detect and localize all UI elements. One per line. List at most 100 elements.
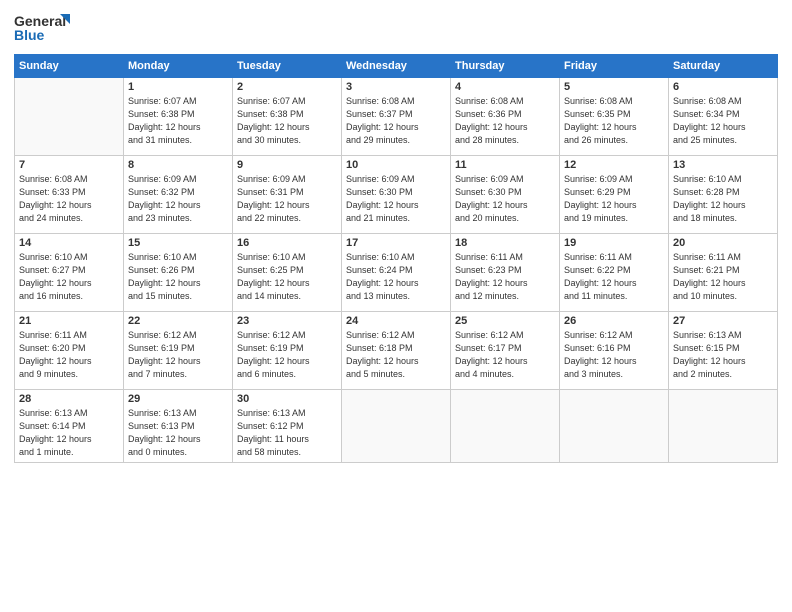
calendar-cell: 12 Sunrise: 6:09 AM Sunset: 6:29 PM Dayli… (560, 156, 669, 234)
calendar-cell: 11 Sunrise: 6:09 AM Sunset: 6:30 PM Dayli… (451, 156, 560, 234)
day-info: Sunrise: 6:11 AM Sunset: 6:20 PM Dayligh… (19, 329, 119, 381)
calendar-week-row: 21 Sunrise: 6:11 AM Sunset: 6:20 PM Dayli… (15, 312, 778, 390)
weekday-header: Sunday (15, 55, 124, 78)
day-number: 29 (128, 393, 228, 405)
calendar-cell: 15 Sunrise: 6:10 AM Sunset: 6:26 PM Dayli… (124, 234, 233, 312)
day-info: Sunrise: 6:08 AM Sunset: 6:37 PM Dayligh… (346, 95, 446, 147)
day-number: 10 (346, 159, 446, 171)
calendar-cell: 17Sunrise: 6:10 AM Sunset: 6:24 PM Dayli… (342, 234, 451, 312)
calendar-cell: 23 Sunrise: 6:12 AM Sunset: 6:19 PM Dayli… (233, 312, 342, 390)
calendar-cell: 10 Sunrise: 6:09 AM Sunset: 6:30 PM Dayli… (342, 156, 451, 234)
day-info: Sunrise: 6:10 AM Sunset: 6:25 PM Dayligh… (237, 251, 337, 303)
calendar-cell: 27 Sunrise: 6:13 AM Sunset: 6:15 PM Dayli… (669, 312, 778, 390)
calendar-cell: 3Sunrise: 6:08 AM Sunset: 6:37 PM Daylig… (342, 78, 451, 156)
day-info: Sunrise: 6:09 AM Sunset: 6:32 PM Dayligh… (128, 173, 228, 225)
day-number: 26 (564, 315, 664, 327)
day-info: Sunrise: 6:09 AM Sunset: 6:30 PM Dayligh… (455, 173, 555, 225)
weekday-header: Wednesday (342, 55, 451, 78)
day-info: Sunrise: 6:13 AM Sunset: 6:13 PM Dayligh… (128, 407, 228, 459)
calendar-cell: 5 Sunrise: 6:08 AM Sunset: 6:35 PM Daylig… (560, 78, 669, 156)
day-info: Sunrise: 6:10 AM Sunset: 6:24 PM Dayligh… (346, 251, 446, 303)
day-number: 16 (237, 237, 337, 249)
day-info: Sunrise: 6:07 AM Sunset: 6:38 PM Dayligh… (237, 95, 337, 147)
day-number: 14 (19, 237, 119, 249)
day-info: Sunrise: 6:09 AM Sunset: 6:29 PM Dayligh… (564, 173, 664, 225)
day-info: Sunrise: 6:11 AM Sunset: 6:23 PM Dayligh… (455, 251, 555, 303)
calendar-cell: 7 Sunrise: 6:08 AM Sunset: 6:33 PM Daylig… (15, 156, 124, 234)
calendar-cell: 20 Sunrise: 6:11 AM Sunset: 6:21 PM Dayli… (669, 234, 778, 312)
day-number: 15 (128, 237, 228, 249)
day-number: 22 (128, 315, 228, 327)
calendar-cell (342, 390, 451, 463)
day-number: 27 (673, 315, 773, 327)
day-number: 23 (237, 315, 337, 327)
weekday-header: Saturday (669, 55, 778, 78)
calendar-cell: 29 Sunrise: 6:13 AM Sunset: 6:13 PM Dayli… (124, 390, 233, 463)
day-info: Sunrise: 6:12 AM Sunset: 6:18 PM Dayligh… (346, 329, 446, 381)
day-number: 20 (673, 237, 773, 249)
day-number: 11 (455, 159, 555, 171)
weekday-header: Thursday (451, 55, 560, 78)
day-number: 12 (564, 159, 664, 171)
day-number: 9 (237, 159, 337, 171)
calendar-cell: 1 Sunrise: 6:07 AM Sunset: 6:38 PM Daylig… (124, 78, 233, 156)
day-info: Sunrise: 6:07 AM Sunset: 6:38 PM Dayligh… (128, 95, 228, 147)
day-number: 19 (564, 237, 664, 249)
calendar-cell (669, 390, 778, 463)
weekday-header: Friday (560, 55, 669, 78)
day-info: Sunrise: 6:12 AM Sunset: 6:17 PM Dayligh… (455, 329, 555, 381)
page-container: GeneralBlue SundayMondayTuesdayWednesday… (0, 0, 792, 612)
day-number: 24 (346, 315, 446, 327)
calendar-cell: 28 Sunrise: 6:13 AM Sunset: 6:14 PM Dayli… (15, 390, 124, 463)
day-info: Sunrise: 6:12 AM Sunset: 6:19 PM Dayligh… (237, 329, 337, 381)
day-number: 2 (237, 81, 337, 93)
calendar-cell: 6Sunrise: 6:08 AM Sunset: 6:34 PM Daylig… (669, 78, 778, 156)
day-number: 1 (128, 81, 228, 93)
day-info: Sunrise: 6:09 AM Sunset: 6:31 PM Dayligh… (237, 173, 337, 225)
day-info: Sunrise: 6:10 AM Sunset: 6:26 PM Dayligh… (128, 251, 228, 303)
day-info: Sunrise: 6:13 AM Sunset: 6:15 PM Dayligh… (673, 329, 773, 381)
day-info: Sunrise: 6:08 AM Sunset: 6:36 PM Dayligh… (455, 95, 555, 147)
day-info: Sunrise: 6:13 AM Sunset: 6:14 PM Dayligh… (19, 407, 119, 459)
calendar-week-row: 7 Sunrise: 6:08 AM Sunset: 6:33 PM Daylig… (15, 156, 778, 234)
calendar-week-row: 14 Sunrise: 6:10 AM Sunset: 6:27 PM Dayli… (15, 234, 778, 312)
calendar-cell: 13 Sunrise: 6:10 AM Sunset: 6:28 PM Dayli… (669, 156, 778, 234)
day-info: Sunrise: 6:10 AM Sunset: 6:28 PM Dayligh… (673, 173, 773, 225)
day-number: 8 (128, 159, 228, 171)
calendar-cell: 18 Sunrise: 6:11 AM Sunset: 6:23 PM Dayli… (451, 234, 560, 312)
day-number: 5 (564, 81, 664, 93)
day-number: 25 (455, 315, 555, 327)
calendar-cell: 8 Sunrise: 6:09 AM Sunset: 6:32 PM Daylig… (124, 156, 233, 234)
day-info: Sunrise: 6:11 AM Sunset: 6:22 PM Dayligh… (564, 251, 664, 303)
weekday-header: Tuesday (233, 55, 342, 78)
calendar-cell (451, 390, 560, 463)
day-info: Sunrise: 6:08 AM Sunset: 6:34 PM Dayligh… (673, 95, 773, 147)
calendar-table: SundayMondayTuesdayWednesdayThursdayFrid… (14, 54, 778, 463)
calendar-week-row: 1 Sunrise: 6:07 AM Sunset: 6:38 PM Daylig… (15, 78, 778, 156)
day-number: 7 (19, 159, 119, 171)
day-info: Sunrise: 6:09 AM Sunset: 6:30 PM Dayligh… (346, 173, 446, 225)
calendar-cell: 25 Sunrise: 6:12 AM Sunset: 6:17 PM Dayli… (451, 312, 560, 390)
calendar-cell: 30 Sunrise: 6:13 AM Sunset: 6:12 PM Dayli… (233, 390, 342, 463)
day-number: 28 (19, 393, 119, 405)
calendar-week-row: 28 Sunrise: 6:13 AM Sunset: 6:14 PM Dayli… (15, 390, 778, 463)
day-info: Sunrise: 6:10 AM Sunset: 6:27 PM Dayligh… (19, 251, 119, 303)
day-number: 4 (455, 81, 555, 93)
day-number: 18 (455, 237, 555, 249)
calendar-cell: 9 Sunrise: 6:09 AM Sunset: 6:31 PM Daylig… (233, 156, 342, 234)
svg-text:Blue: Blue (14, 27, 45, 43)
day-number: 30 (237, 393, 337, 405)
day-info: Sunrise: 6:11 AM Sunset: 6:21 PM Dayligh… (673, 251, 773, 303)
day-info: Sunrise: 6:08 AM Sunset: 6:33 PM Dayligh… (19, 173, 119, 225)
calendar-header-row: SundayMondayTuesdayWednesdayThursdayFrid… (15, 55, 778, 78)
day-info: Sunrise: 6:08 AM Sunset: 6:35 PM Dayligh… (564, 95, 664, 147)
day-number: 21 (19, 315, 119, 327)
calendar-cell (560, 390, 669, 463)
page-header: GeneralBlue (14, 10, 778, 46)
day-number: 13 (673, 159, 773, 171)
calendar-cell: 2 Sunrise: 6:07 AM Sunset: 6:38 PM Daylig… (233, 78, 342, 156)
logo-svg: GeneralBlue (14, 10, 74, 46)
day-info: Sunrise: 6:13 AM Sunset: 6:12 PM Dayligh… (237, 407, 337, 459)
calendar-cell: 19 Sunrise: 6:11 AM Sunset: 6:22 PM Dayli… (560, 234, 669, 312)
calendar-cell: 22Sunrise: 6:12 AM Sunset: 6:19 PM Dayli… (124, 312, 233, 390)
